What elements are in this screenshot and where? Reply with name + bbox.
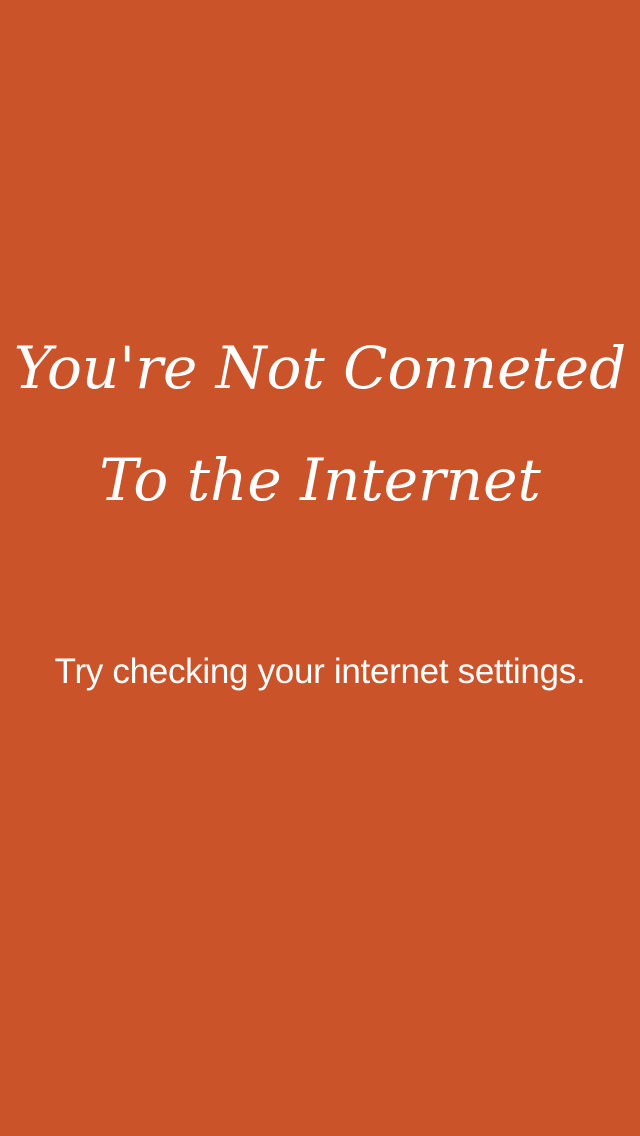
connection-help-message: Try checking your internet settings. [54, 652, 586, 691]
headline-line-1: You're Not Conneted [13, 334, 627, 402]
offline-screen: You're Not Conneted To the Internet Try … [0, 0, 640, 1136]
headline-line-2: To the Internet [99, 446, 541, 514]
offline-headline: You're Not Conneted To the Internet [0, 312, 640, 536]
